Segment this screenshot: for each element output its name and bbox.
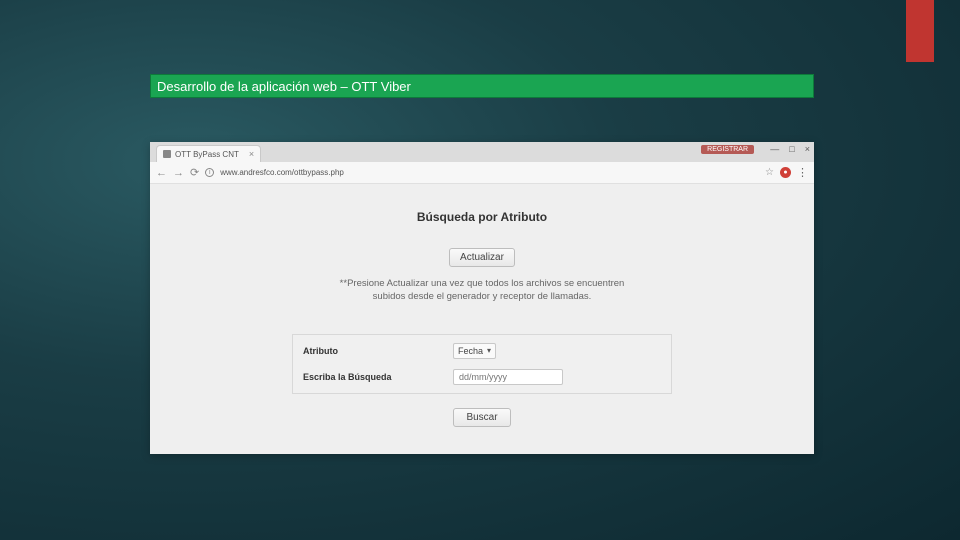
register-badge[interactable]: REGISTRAR — [701, 145, 754, 154]
forward-icon[interactable]: → — [173, 167, 184, 179]
search-form: Atributo Fecha Escriba la Búsqueda — [292, 334, 672, 394]
site-info-icon[interactable]: i — [205, 168, 214, 177]
update-button[interactable]: Actualizar — [449, 248, 515, 267]
search-label: Escriba la Búsqueda — [303, 372, 453, 382]
back-icon[interactable]: ← — [156, 167, 167, 179]
help-text: **Presione Actualizar una vez que todos … — [332, 277, 632, 304]
close-icon[interactable]: × — [249, 149, 254, 159]
page-body: Búsqueda por Atributo Actualizar **Presi… — [150, 184, 814, 454]
bookmark-star-icon[interactable]: ☆ — [765, 167, 774, 178]
close-window-icon[interactable]: × — [805, 144, 810, 154]
attribute-select[interactable]: Fecha — [453, 343, 496, 359]
maximize-icon[interactable]: □ — [789, 144, 794, 154]
browser-tab-strip: OTT ByPass CNT × REGISTRAR — □ × — [150, 142, 814, 162]
slide-title: Desarrollo de la aplicación web – OTT Vi… — [157, 79, 411, 94]
search-input[interactable] — [453, 369, 563, 385]
attribute-row: Atributo Fecha — [303, 343, 661, 359]
tab-title: OTT ByPass CNT — [175, 150, 239, 159]
browser-tab[interactable]: OTT ByPass CNT × — [156, 145, 261, 162]
search-button[interactable]: Buscar — [453, 408, 510, 427]
extension-icon[interactable]: ● — [780, 167, 791, 178]
url-field[interactable]: www.andresfco.com/ottbypass.php — [220, 168, 759, 177]
page-heading: Búsqueda por Atributo — [417, 210, 547, 224]
page-favicon-icon — [163, 150, 171, 158]
attribute-selected-value: Fecha — [458, 346, 483, 356]
browser-window: OTT ByPass CNT × REGISTRAR — □ × ← → ⟳ i… — [150, 142, 814, 454]
slide-accent-bar — [906, 0, 934, 62]
address-bar: ← → ⟳ i www.andresfco.com/ottbypass.php … — [150, 162, 814, 184]
attribute-label: Atributo — [303, 346, 453, 356]
menu-icon[interactable]: ⋮ — [797, 166, 808, 179]
window-controls: — □ × — [770, 144, 810, 154]
search-row: Escriba la Búsqueda — [303, 369, 661, 385]
slide-title-bar: Desarrollo de la aplicación web – OTT Vi… — [150, 74, 814, 98]
minimize-icon[interactable]: — — [770, 144, 779, 154]
reload-icon[interactable]: ⟳ — [190, 166, 199, 179]
